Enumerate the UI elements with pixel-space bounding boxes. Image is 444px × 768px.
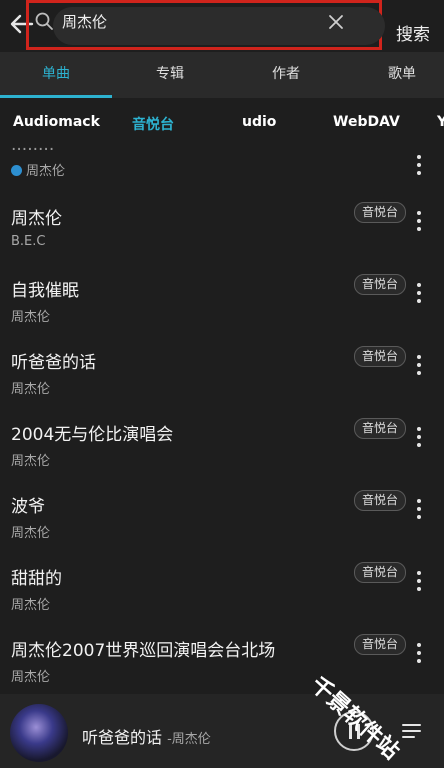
source-badge: 音悦台 [354, 634, 406, 655]
song-title: 甜甜的 [11, 569, 62, 589]
list-item[interactable]: 甜甜的 周杰伦 音悦台 [0, 562, 444, 636]
song-artist: 周杰伦 [11, 598, 51, 613]
source-webdav[interactable]: WebDAV [333, 114, 400, 130]
song-artist: 周杰伦 [11, 310, 51, 325]
song-artist: 周杰伦 [11, 454, 51, 469]
tab-single[interactable]: 单曲 [0, 52, 112, 98]
tab-album[interactable]: 专辑 [112, 52, 228, 98]
now-playing-title: 听爸爸的话 [82, 728, 163, 747]
song-artist: 周杰伦 [11, 670, 51, 685]
more-options-icon[interactable] [414, 498, 424, 520]
search-icon [35, 12, 53, 30]
more-options-icon[interactable] [414, 282, 424, 304]
song-artist: 周杰伦 [11, 526, 51, 541]
song-title-cut-off: ········ [11, 146, 55, 160]
more-options-icon[interactable] [414, 642, 424, 664]
list-item[interactable]: 周杰伦 B.E.C 音悦台 [0, 202, 444, 276]
tab-author[interactable]: 作者 [228, 52, 344, 98]
search-button[interactable]: 搜索 [396, 20, 430, 45]
list-item[interactable]: 波爷 周杰伦 音悦台 [0, 490, 444, 564]
verified-icon [11, 165, 22, 176]
source-yinyuetai[interactable]: 音悦台 [132, 114, 174, 134]
song-artist: 周杰伦 [11, 160, 65, 179]
source-audiomack[interactable]: Audiomack [13, 114, 100, 130]
source-badge: 音悦台 [354, 562, 406, 583]
search-header: 周杰伦 搜索 [0, 0, 444, 52]
close-icon[interactable] [326, 12, 346, 32]
song-list: ········ 周杰伦 周杰伦 B.E.C 音悦台 自我催眠 周杰伦 音悦台 … [0, 146, 444, 694]
now-playing-artist: -周杰伦 [167, 732, 211, 747]
song-title: 周杰伦2007世界巡回演唱会台北场 [11, 641, 276, 661]
source-badge: 音悦台 [354, 490, 406, 511]
more-options-icon[interactable] [414, 154, 424, 176]
source-tabs: Audiomack 音悦台 udio WebDAV Y [0, 98, 444, 146]
album-cover[interactable] [10, 704, 68, 762]
song-title: 自我催眠 [11, 281, 79, 301]
source-next[interactable]: Y [437, 114, 444, 130]
song-artist: B.E.C [11, 234, 46, 249]
song-title: 2004无与伦比演唱会 [11, 425, 174, 445]
list-item[interactable]: 自我催眠 周杰伦 音悦台 [0, 274, 444, 348]
source-badge: 音悦台 [354, 202, 406, 223]
more-options-icon[interactable] [414, 426, 424, 448]
song-artist: 周杰伦 [11, 382, 51, 397]
list-item[interactable]: 2004无与伦比演唱会 周杰伦 音悦台 [0, 418, 444, 492]
source-badge: 音悦台 [354, 274, 406, 295]
list-item[interactable]: 听爸爸的话 周杰伦 音悦台 [0, 346, 444, 420]
song-title: 听爸爸的话 [11, 353, 96, 373]
more-options-icon[interactable] [414, 570, 424, 592]
search-query[interactable]: 周杰伦 [62, 11, 107, 32]
source-udio[interactable]: udio [242, 114, 276, 130]
song-title: 波爷 [11, 497, 45, 517]
source-badge: 音悦台 [354, 346, 406, 367]
category-tabs: 单曲 专辑 作者 歌单 [0, 52, 444, 98]
tab-playlist[interactable]: 歌单 [344, 52, 444, 98]
source-badge: 音悦台 [354, 418, 406, 439]
song-title: 周杰伦 [11, 209, 62, 229]
more-options-icon[interactable] [414, 210, 424, 232]
more-options-icon[interactable] [414, 354, 424, 376]
now-playing: 听爸爸的话 -周杰伦 [82, 724, 211, 748]
list-item[interactable]: 周杰伦2007世界巡回演唱会台北场 周杰伦 音悦台 [0, 634, 444, 694]
